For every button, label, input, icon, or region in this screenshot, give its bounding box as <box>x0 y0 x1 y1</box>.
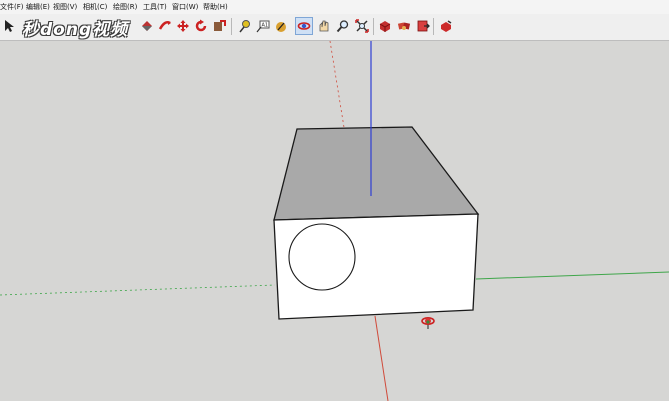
zoom-tool-icon[interactable] <box>334 17 352 35</box>
watermark-logo: 秒dong视频 <box>22 19 129 40</box>
orbit-tool-icon[interactable] <box>295 17 313 35</box>
menu-camera[interactable]: 相机(C) <box>83 0 107 14</box>
offset-tool-icon[interactable] <box>210 17 228 35</box>
model-canvas[interactable] <box>0 41 669 401</box>
push-pull-icon[interactable] <box>156 17 174 35</box>
green-axis-dotted <box>0 284 276 296</box>
tape-measure-icon[interactable] <box>236 17 254 35</box>
model-viewport[interactable] <box>0 41 669 401</box>
select-tool-icon[interactable] <box>0 17 18 35</box>
rotate-tool-icon[interactable] <box>192 17 210 35</box>
menu-file[interactable]: 文件(F) <box>0 0 24 14</box>
box-top-face[interactable] <box>273 126 480 221</box>
components-icon[interactable] <box>376 17 394 35</box>
toolbar-separator <box>373 18 374 35</box>
move-tool-icon[interactable] <box>174 17 192 35</box>
warehouse-icon[interactable] <box>414 17 432 35</box>
materials-icon[interactable] <box>395 17 413 35</box>
menu-bar: 文件(F) 编辑(E) 视图(V) 相机(C) 绘图(R) 工具(T) 窗口(W… <box>0 0 669 15</box>
menu-view[interactable]: 视图(V) <box>53 0 77 14</box>
svg-text:A1: A1 <box>262 23 269 29</box>
axes-tool-icon[interactable] <box>272 17 290 35</box>
red-axis <box>374 315 389 401</box>
toolbar-separator <box>433 18 434 35</box>
zoom-extents-icon[interactable] <box>353 17 371 35</box>
menu-tools[interactable]: 工具(T) <box>143 0 167 14</box>
toolbar-separator <box>231 18 232 35</box>
menu-help[interactable]: 帮助(H) <box>203 0 228 14</box>
text-tool-icon[interactable]: A1 <box>254 17 272 35</box>
pan-tool-icon[interactable] <box>315 17 333 35</box>
menu-edit[interactable]: 编辑(E) <box>26 0 50 14</box>
paint-bucket-icon[interactable] <box>138 17 156 35</box>
box-front-face[interactable] <box>273 213 479 320</box>
menu-window[interactable]: 窗口(W) <box>172 0 198 14</box>
green-axis <box>475 271 669 280</box>
menu-draw[interactable]: 绘图(R) <box>113 0 137 14</box>
extension-icon[interactable] <box>437 17 455 35</box>
orbit-cursor-icon <box>421 316 435 329</box>
